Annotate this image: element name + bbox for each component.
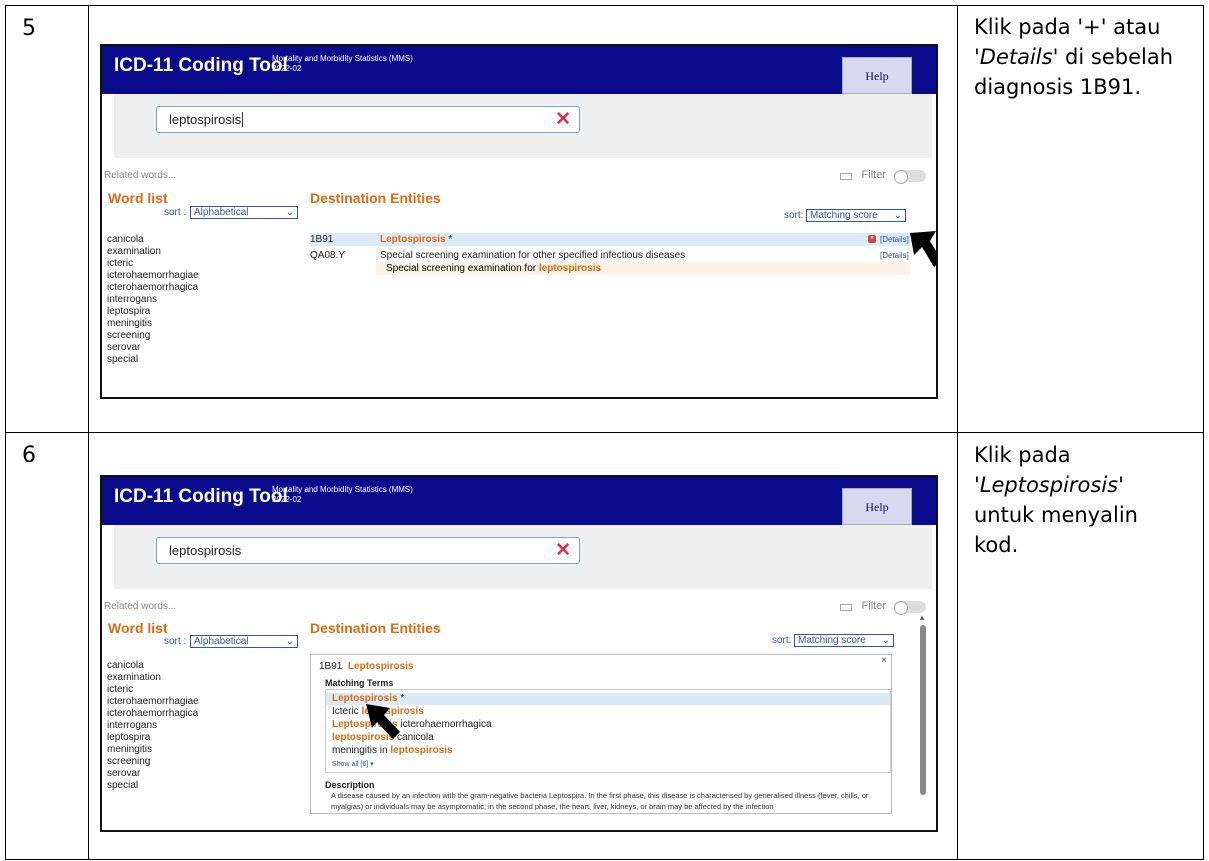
filter-label: Filter xyxy=(861,600,886,612)
card-heading: 1B91 Leptospirosis xyxy=(319,661,414,672)
word-sort-select[interactable]: Alphabetical ⌄ xyxy=(190,206,298,219)
list-item[interactable]: screening xyxy=(107,330,199,342)
list-item[interactable]: interrogans xyxy=(107,720,199,732)
list-item[interactable]: icteric xyxy=(107,684,199,696)
list-item[interactable]: icterohaemorrhagiae xyxy=(107,270,199,282)
search-area: leptospirosis ✕ xyxy=(114,94,932,158)
search-input[interactable]: leptospirosis ✕ xyxy=(156,106,580,133)
close-icon[interactable]: × xyxy=(868,235,876,243)
list-item[interactable]: icterohaemorrhagica xyxy=(107,708,199,720)
scrollbar[interactable] xyxy=(920,625,926,795)
scroll-up-icon[interactable]: ▲ xyxy=(918,613,926,622)
app-title: ICD-11 Coding Tool xyxy=(114,55,288,76)
sort-label: sort : xyxy=(164,207,187,218)
details-link[interactable]: [Details] xyxy=(880,249,909,262)
entity-sort-select[interactable]: Matching score ⌄ xyxy=(806,209,906,222)
help-button[interactable]: Help xyxy=(842,57,912,94)
chevron-down-icon: ⌄ xyxy=(881,635,890,646)
word-list-title: Word list xyxy=(108,620,168,636)
destination-entities-title: Destination Entities xyxy=(310,190,441,206)
word-list: canicola examination icteric icterohaemo… xyxy=(107,234,199,366)
step-instruction: Klik pada '+' atau 'Details' di sebelah … xyxy=(974,15,1173,99)
sort-label: sort : xyxy=(164,636,187,647)
list-item[interactable]: Leptospirosis * xyxy=(326,693,890,705)
filter-toggle[interactable] xyxy=(894,170,926,184)
cursor-arrow-icon xyxy=(910,231,936,267)
list-item[interactable]: serovar xyxy=(107,342,199,354)
list-item[interactable]: leptospira xyxy=(107,732,199,744)
app-header: ICD-11 Coding Tool Mortality and Morbidi… xyxy=(102,46,936,94)
list-item[interactable]: canicola xyxy=(107,660,199,672)
list-item[interactable]: meningitis xyxy=(107,744,199,756)
list-item[interactable]: Leptospirosis icterohaemorrhagica xyxy=(332,719,492,731)
close-icon[interactable]: ✕ xyxy=(555,108,571,131)
sort-label: sort: xyxy=(772,635,792,646)
list-item[interactable]: icteric xyxy=(107,258,199,270)
list-item[interactable]: icterohaemorrhagiae xyxy=(107,696,199,708)
list-item[interactable]: serovar xyxy=(107,768,199,780)
app-header: ICD-11 Coding Tool Mortality and Morbidi… xyxy=(102,477,936,525)
result-row[interactable]: QA08.Y Special screening examination for… xyxy=(310,249,910,262)
chevron-down-icon: ⌄ xyxy=(285,207,294,218)
list-item[interactable]: special xyxy=(107,354,199,366)
close-icon[interactable]: ✕ xyxy=(555,539,571,562)
keyboard-icon[interactable] xyxy=(840,604,852,611)
word-list-title: Word list xyxy=(108,190,168,206)
classification-label: Mortality and Morbidity Statistics (MMS)… xyxy=(272,54,413,73)
destination-entities-title: Destination Entities xyxy=(310,620,441,636)
sort-label: sort: xyxy=(784,210,804,221)
chevron-down-icon: ⌄ xyxy=(893,210,902,221)
close-icon[interactable]: × xyxy=(881,655,887,667)
app-title: ICD-11 Coding Tool xyxy=(114,486,288,507)
details-link[interactable]: [Details] xyxy=(880,233,909,246)
screenshot-step-6: ICD-11 Coding Tool Mortality and Morbidi… xyxy=(100,475,938,832)
step-number: 6 xyxy=(22,443,36,468)
entity-sort-select[interactable]: Matching score ⌄ xyxy=(794,634,894,647)
matching-terms-list: Leptospirosis * Icteric leptospirosis Le… xyxy=(325,689,891,773)
matching-subterm: Special screening examination for leptos… xyxy=(376,262,910,275)
step-instruction: Klik pada 'Leptospirosis' untuk menyalin… xyxy=(974,443,1138,557)
word-list: canicola examination icteric icterohaemo… xyxy=(107,660,199,792)
chevron-down-icon: ⌄ xyxy=(285,636,294,647)
table-row-divider xyxy=(5,432,1204,433)
matching-terms-label: Matching Terms xyxy=(325,678,394,688)
list-item[interactable]: icterohaemorrhagica xyxy=(107,282,199,294)
keyboard-icon[interactable] xyxy=(840,173,852,180)
list-item[interactable]: interrogans xyxy=(107,294,199,306)
related-words-link[interactable]: Related words... xyxy=(104,601,176,612)
description-text: A disease caused by an infection with th… xyxy=(331,791,869,811)
list-item[interactable]: meningitis in leptospirosis xyxy=(332,745,453,757)
list-item[interactable]: meningitis xyxy=(107,318,199,330)
list-item[interactable]: examination xyxy=(107,246,199,258)
cursor-arrow-icon xyxy=(366,704,400,739)
list-item[interactable]: examination xyxy=(107,672,199,684)
result-row[interactable]: 1B91 Leptospirosis * × [Details] xyxy=(310,233,910,246)
word-sort-select[interactable]: Alphabetical ⌄ xyxy=(190,635,298,648)
filter-label: Filter xyxy=(861,169,886,181)
search-area: leptospirosis ✕ xyxy=(114,525,932,589)
step-number: 5 xyxy=(22,16,36,41)
related-words-link[interactable]: Related words... xyxy=(104,170,176,181)
screenshot-step-5: ICD-11 Coding Tool Mortality and Morbidi… xyxy=(100,44,938,399)
search-input[interactable]: leptospirosis ✕ xyxy=(156,537,580,564)
list-item[interactable]: leptospira xyxy=(107,306,199,318)
filter-toggle[interactable] xyxy=(894,601,926,615)
show-all-link[interactable]: Show all [6] ▾ xyxy=(332,759,374,771)
list-item[interactable]: special xyxy=(107,780,199,792)
help-button[interactable]: Help xyxy=(842,488,912,525)
list-item[interactable]: screening xyxy=(107,756,199,768)
classification-label: Mortality and Morbidity Statistics (MMS)… xyxy=(272,485,413,504)
list-item[interactable]: canicola xyxy=(107,234,199,246)
